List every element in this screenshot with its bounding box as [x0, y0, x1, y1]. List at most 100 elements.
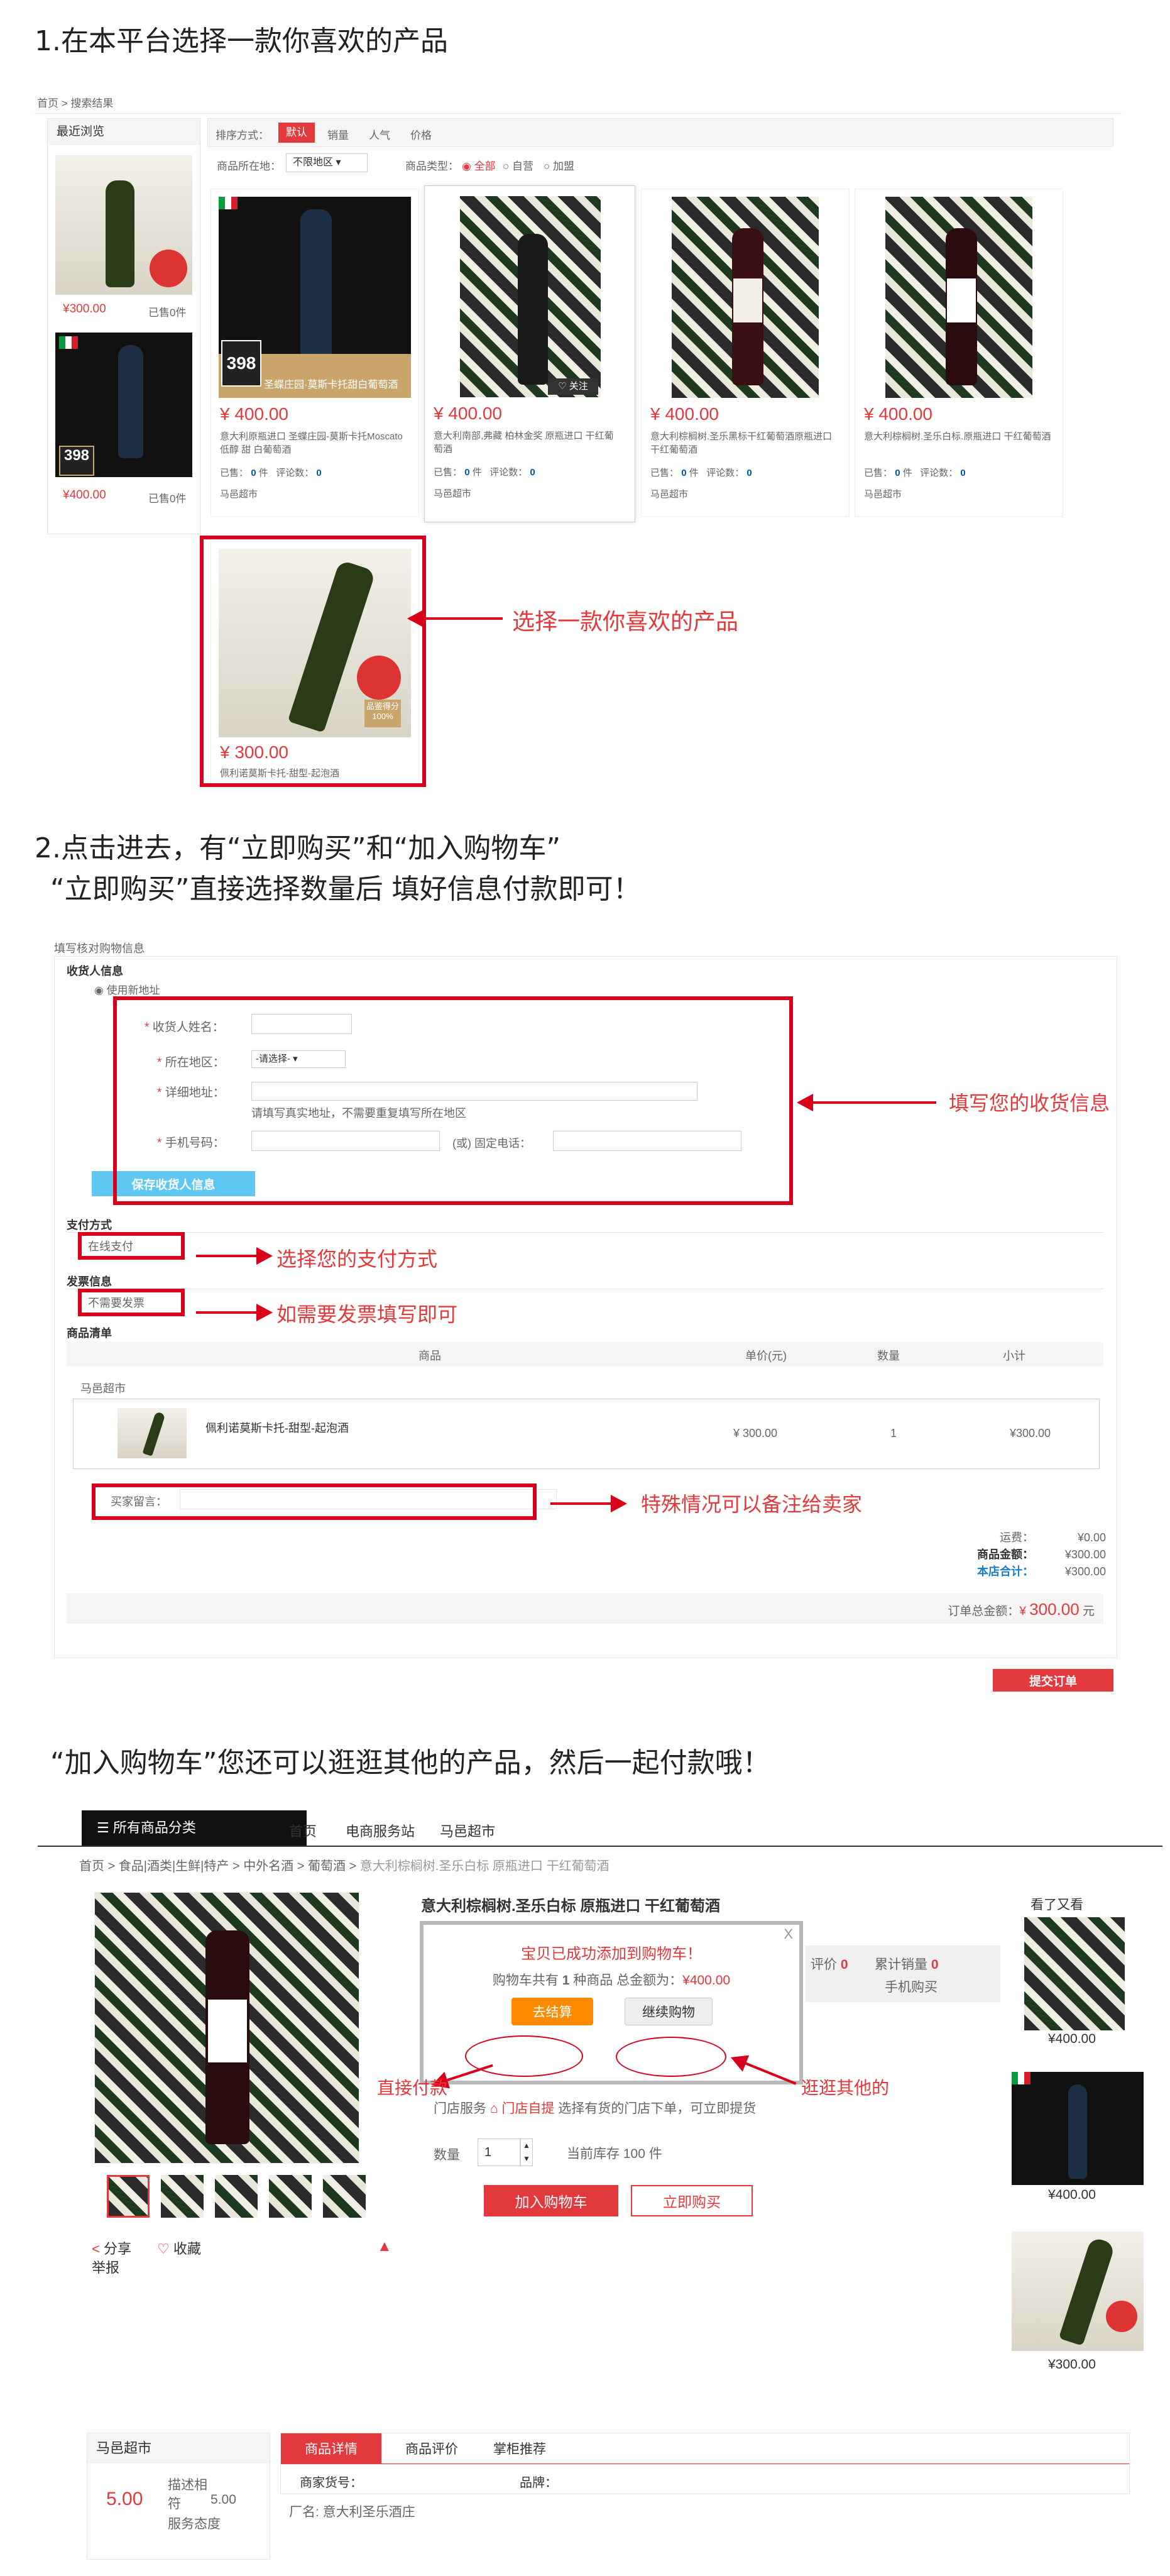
recent-item-image[interactable] — [55, 155, 192, 295]
product-card[interactable]: ♡ 关注 ¥ 400.00 意大利南部,弗藏 柏林金奖 原瓶进口 干红葡萄酒 已… — [424, 185, 635, 522]
order-total-bar: 订单总金额：¥ 300.00 元 — [67, 1593, 1103, 1624]
location-select[interactable]: 不限地区 ▾ — [286, 153, 368, 172]
detail-spec-row: 商家货号： 品牌： — [280, 2464, 1130, 2494]
highlight-ellipse — [616, 2037, 726, 2077]
sort-default[interactable]: 默认 — [278, 123, 315, 143]
callout-direct-pay: 直接付款 — [377, 2078, 448, 2098]
tab-recommend[interactable]: 掌柜推荐 — [482, 2433, 557, 2463]
section1-title: 1.在本平台选择一款你喜欢的产品 — [35, 25, 448, 57]
share-button[interactable]: < 分享 — [92, 2238, 131, 2258]
arrow-icon — [196, 1304, 273, 1321]
highlight-box — [78, 1289, 185, 1316]
callout-browse: 逛逛其他的 — [801, 2078, 890, 2098]
arrow-icon — [550, 1495, 627, 1512]
search-results-screenshot: 首页 > 搜索结果 最近浏览 ¥300.00 已售0件 398 ¥400.00 … — [35, 88, 1122, 792]
submit-order-button[interactable]: 提交订单 — [993, 1669, 1113, 1692]
thumbnail-strip — [107, 2175, 371, 2225]
see-also-image[interactable] — [1024, 1917, 1125, 2030]
arrow-icon — [797, 1094, 936, 1111]
callout-payment: 选择您的支付方式 — [276, 1247, 438, 1271]
store-pickup-link[interactable]: ⌂ 门店自提 — [490, 2101, 555, 2116]
product-image[interactable] — [672, 197, 819, 398]
goods-image[interactable] — [118, 1408, 187, 1458]
goods-table-header: 商品 单价(元) 数量 小计 — [67, 1342, 1103, 1366]
highlight-box — [113, 996, 793, 1205]
warning-icon: ▲ — [377, 2238, 392, 2255]
detail-tabs: 商品详情 商品评价 掌柜推荐 — [280, 2433, 1130, 2465]
thumbnail-image[interactable] — [107, 2175, 150, 2218]
sort-popularity[interactable]: 人气 — [369, 126, 390, 142]
continue-shopping-button[interactable]: 继续购物 — [625, 1998, 713, 2025]
breadcrumb: 首页 > 食品|酒类|生鲜|特产 > 中外名酒 > 葡萄酒 > 意大利棕榈树.圣… — [79, 1859, 610, 1873]
goods-name[interactable]: 佩利诺莫斯卡托-甜型-起泡酒 — [205, 1419, 349, 1436]
product-detail-screenshot: ☰ 所有商品分类 首页 电商服务站 马邑超市 首页 > 食品|酒类|生鲜|特产 … — [38, 1810, 1162, 2565]
sort-bar: 排序方式： 默认 销量 人气 价格 — [207, 118, 1113, 147]
breadcrumb: 首页 > 搜索结果 — [37, 97, 114, 109]
checkout-button[interactable]: 去结算 — [511, 1998, 593, 2025]
shop-name[interactable]: 马邑超市 — [80, 1380, 126, 1396]
tab-details[interactable]: 商品详情 — [281, 2433, 381, 2463]
product-image[interactable] — [885, 197, 1032, 398]
new-address-radio[interactable]: ◉ 使用新地址 — [94, 981, 160, 997]
heart-icon: ♡ — [157, 2241, 170, 2257]
page-title: 填写核对购物信息 — [54, 942, 145, 955]
recent-title: 最近浏览 — [48, 119, 200, 145]
favorite-button[interactable]: ♡ 收藏 — [157, 2238, 201, 2258]
type-radio-self[interactable]: ○ 自营 — [503, 157, 533, 173]
product-image[interactable]: ♡ 关注 — [460, 196, 601, 397]
section3-title: “加入购物车”您还可以逛逛其他的产品，然后一起付款哦！ — [50, 1747, 770, 1779]
nav-home[interactable]: 首页 — [289, 1820, 317, 1841]
recent-item-price: ¥300.00 — [63, 302, 106, 316]
arrow-icon — [407, 610, 503, 627]
see-also-image[interactable] — [1012, 2232, 1144, 2351]
callout-choose: 选择一款你喜欢的产品 — [512, 609, 739, 635]
tab-reviews[interactable]: 商品评价 — [394, 2433, 469, 2463]
buy-now-button[interactable]: 立即购买 — [631, 2185, 753, 2216]
main-product-image[interactable] — [94, 1892, 359, 2164]
highlight-ellipse — [465, 2035, 583, 2077]
recent-item-image[interactable]: 398 — [55, 333, 192, 477]
nav-ecommerce-station[interactable]: 电商服务站 — [346, 1820, 415, 1841]
follow-button[interactable]: ♡ 关注 — [548, 378, 598, 395]
thumbnail-image[interactable] — [323, 2175, 366, 2218]
dialog-message: 宝贝已成功添加到购物车！ — [521, 1946, 702, 1962]
type-radio-franchise[interactable]: ○ 加盟 — [544, 157, 574, 173]
highlight-box — [92, 1483, 537, 1520]
shop-card-name[interactable]: 马邑超市 — [87, 2433, 270, 2463]
type-radio-all[interactable]: ◉ 全部 — [462, 157, 496, 173]
product-price: ¥ 400.00 — [220, 404, 288, 424]
product-card[interactable]: ¥ 400.00 意大利棕榈树.圣乐黑标干红葡萄酒原瓶进口干红葡萄酒 已售： 0… — [641, 189, 850, 517]
callout-invoice: 如需要发票填写即可 — [276, 1302, 458, 1326]
see-also-title: 看了又看 — [1031, 1898, 1083, 1912]
highlight-box — [78, 1232, 185, 1260]
recent-panel: 最近浏览 ¥300.00 已售0件 398 ¥400.00 已售0件 — [47, 118, 200, 534]
order-summary: 运费： ¥0.00 商品金额： ¥300.00 本店合计： ¥300.00 — [976, 1531, 1106, 1578]
product-name[interactable]: 意大利原瓶进口 圣蝶庄园-莫斯卡托Moscato 低醇 甜 白葡萄酒 — [220, 429, 408, 456]
section2-title-1: 2.点击进去，有“立即购买”和“加入购物车” — [35, 832, 561, 864]
product-card[interactable]: ¥ 400.00 意大利棕榈树.圣乐白标.原瓶进口 干红葡萄酒 已售： 0 件 … — [855, 189, 1063, 517]
thumbnail-image[interactable] — [269, 2175, 312, 2218]
product-image[interactable]: 398 圣蝶庄园·莫斯卡托甜白葡萄酒 — [219, 197, 411, 398]
sales-stats: 评价 0 累计销量 0 手机购买 — [806, 1946, 1000, 2002]
share-icon: < — [92, 2241, 100, 2257]
quantity-input[interactable]: 1 — [478, 2138, 520, 2166]
sort-price[interactable]: 价格 — [410, 126, 432, 142]
maker-name: 厂名: 意大利圣乐酒庄 — [289, 2505, 415, 2519]
sort-sales[interactable]: 销量 — [327, 126, 349, 142]
all-categories-menu[interactable]: ☰ 所有商品分类 — [82, 1810, 307, 1846]
add-to-cart-button[interactable]: 加入购物车 — [484, 2185, 618, 2216]
thumbnail-image[interactable] — [161, 2175, 204, 2218]
quantity-stepper[interactable]: ▲ ▼ — [520, 2138, 533, 2166]
product-card[interactable]: 398 圣蝶庄园·莫斯卡托甜白葡萄酒 ¥ 400.00 意大利原瓶进口 圣蝶庄园… — [210, 189, 419, 517]
close-icon[interactable]: X — [784, 1926, 793, 1942]
product-title: 意大利棕榈树.圣乐白标 原瓶进口 干红葡萄酒 — [421, 1898, 721, 1915]
nav-shop[interactable]: 马邑超市 — [440, 1820, 495, 1841]
thumbnail-image[interactable] — [215, 2175, 258, 2218]
shop-card: 马邑超市 5.00 描述相符 5.00 服务态度 — [87, 2433, 270, 2560]
highlight-box — [200, 536, 426, 787]
mobile-buy-link[interactable]: 手机购买 — [885, 1977, 938, 1996]
breadcrumb-home[interactable]: 首页 — [37, 97, 58, 109]
callout-message: 特殊情况可以备注给卖家 — [641, 1492, 863, 1516]
see-also-image[interactable] — [1012, 2072, 1144, 2185]
report-link[interactable]: 举报 — [92, 2257, 119, 2277]
